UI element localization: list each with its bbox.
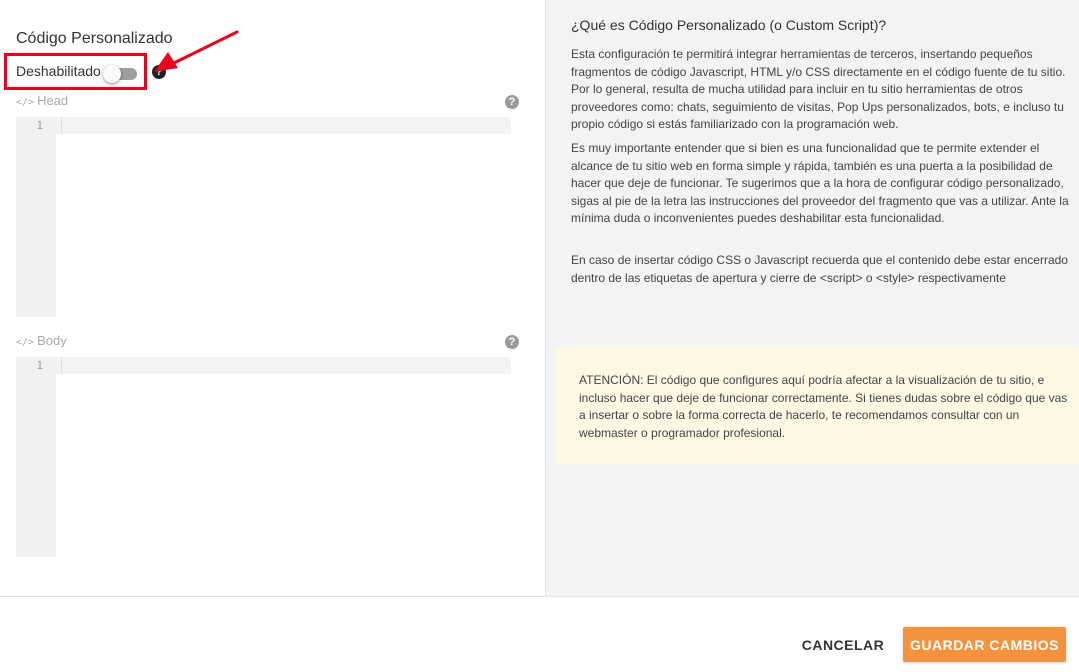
text-cursor (61, 117, 62, 134)
active-line (56, 117, 511, 134)
info-paragraph: En caso de insertar código CSS o Javascr… (571, 253, 1068, 285)
red-arrow-icon (154, 30, 239, 72)
line-number: 1 (36, 119, 43, 132)
body-label-text: Body (37, 333, 67, 348)
line-number: 1 (36, 359, 43, 372)
head-help-icon[interactable]: ? (505, 95, 519, 109)
active-line (56, 357, 511, 374)
warning-text: ATENCIÓN: El código que configures aquí … (579, 373, 1068, 440)
editor-gutter: 1 (16, 117, 56, 317)
info-paragraph: Es muy importante entender que si bien e… (571, 141, 1069, 225)
code-icon: </> (16, 337, 35, 348)
text-cursor (61, 357, 62, 374)
toggle-highlight-box: Deshabilitado (4, 53, 147, 90)
info-panel: ¿Qué es Código Personalizado (o Custom S… (545, 0, 1079, 596)
toggle-label: Deshabilitado (16, 63, 101, 79)
body-help-icon[interactable]: ? (505, 335, 519, 349)
code-icon: </> (16, 97, 35, 108)
editor-gutter: 1 (16, 357, 56, 557)
info-title: ¿Qué es Código Personalizado (o Custom S… (571, 17, 887, 33)
info-paragraph: Esta configuración te permitirá integrar… (571, 47, 1066, 131)
body-code-editor[interactable]: 1 (16, 357, 511, 557)
settings-panel: Código Personalizado Deshabilitado ? </>… (0, 0, 545, 596)
head-editor-label: </> Head (16, 93, 68, 108)
toggle-knob (103, 65, 121, 83)
head-label-text: Head (37, 93, 69, 108)
head-code-editor[interactable]: 1 (16, 117, 511, 317)
body-editor-label: </> Body (16, 333, 67, 348)
save-changes-button[interactable]: GUARDAR CAMBIOS (903, 627, 1066, 662)
cancel-button[interactable]: CANCELAR (793, 627, 893, 662)
custom-script-toggle[interactable] (103, 65, 139, 83)
warning-box: ATENCIÓN: El código que configures aquí … (556, 348, 1079, 464)
